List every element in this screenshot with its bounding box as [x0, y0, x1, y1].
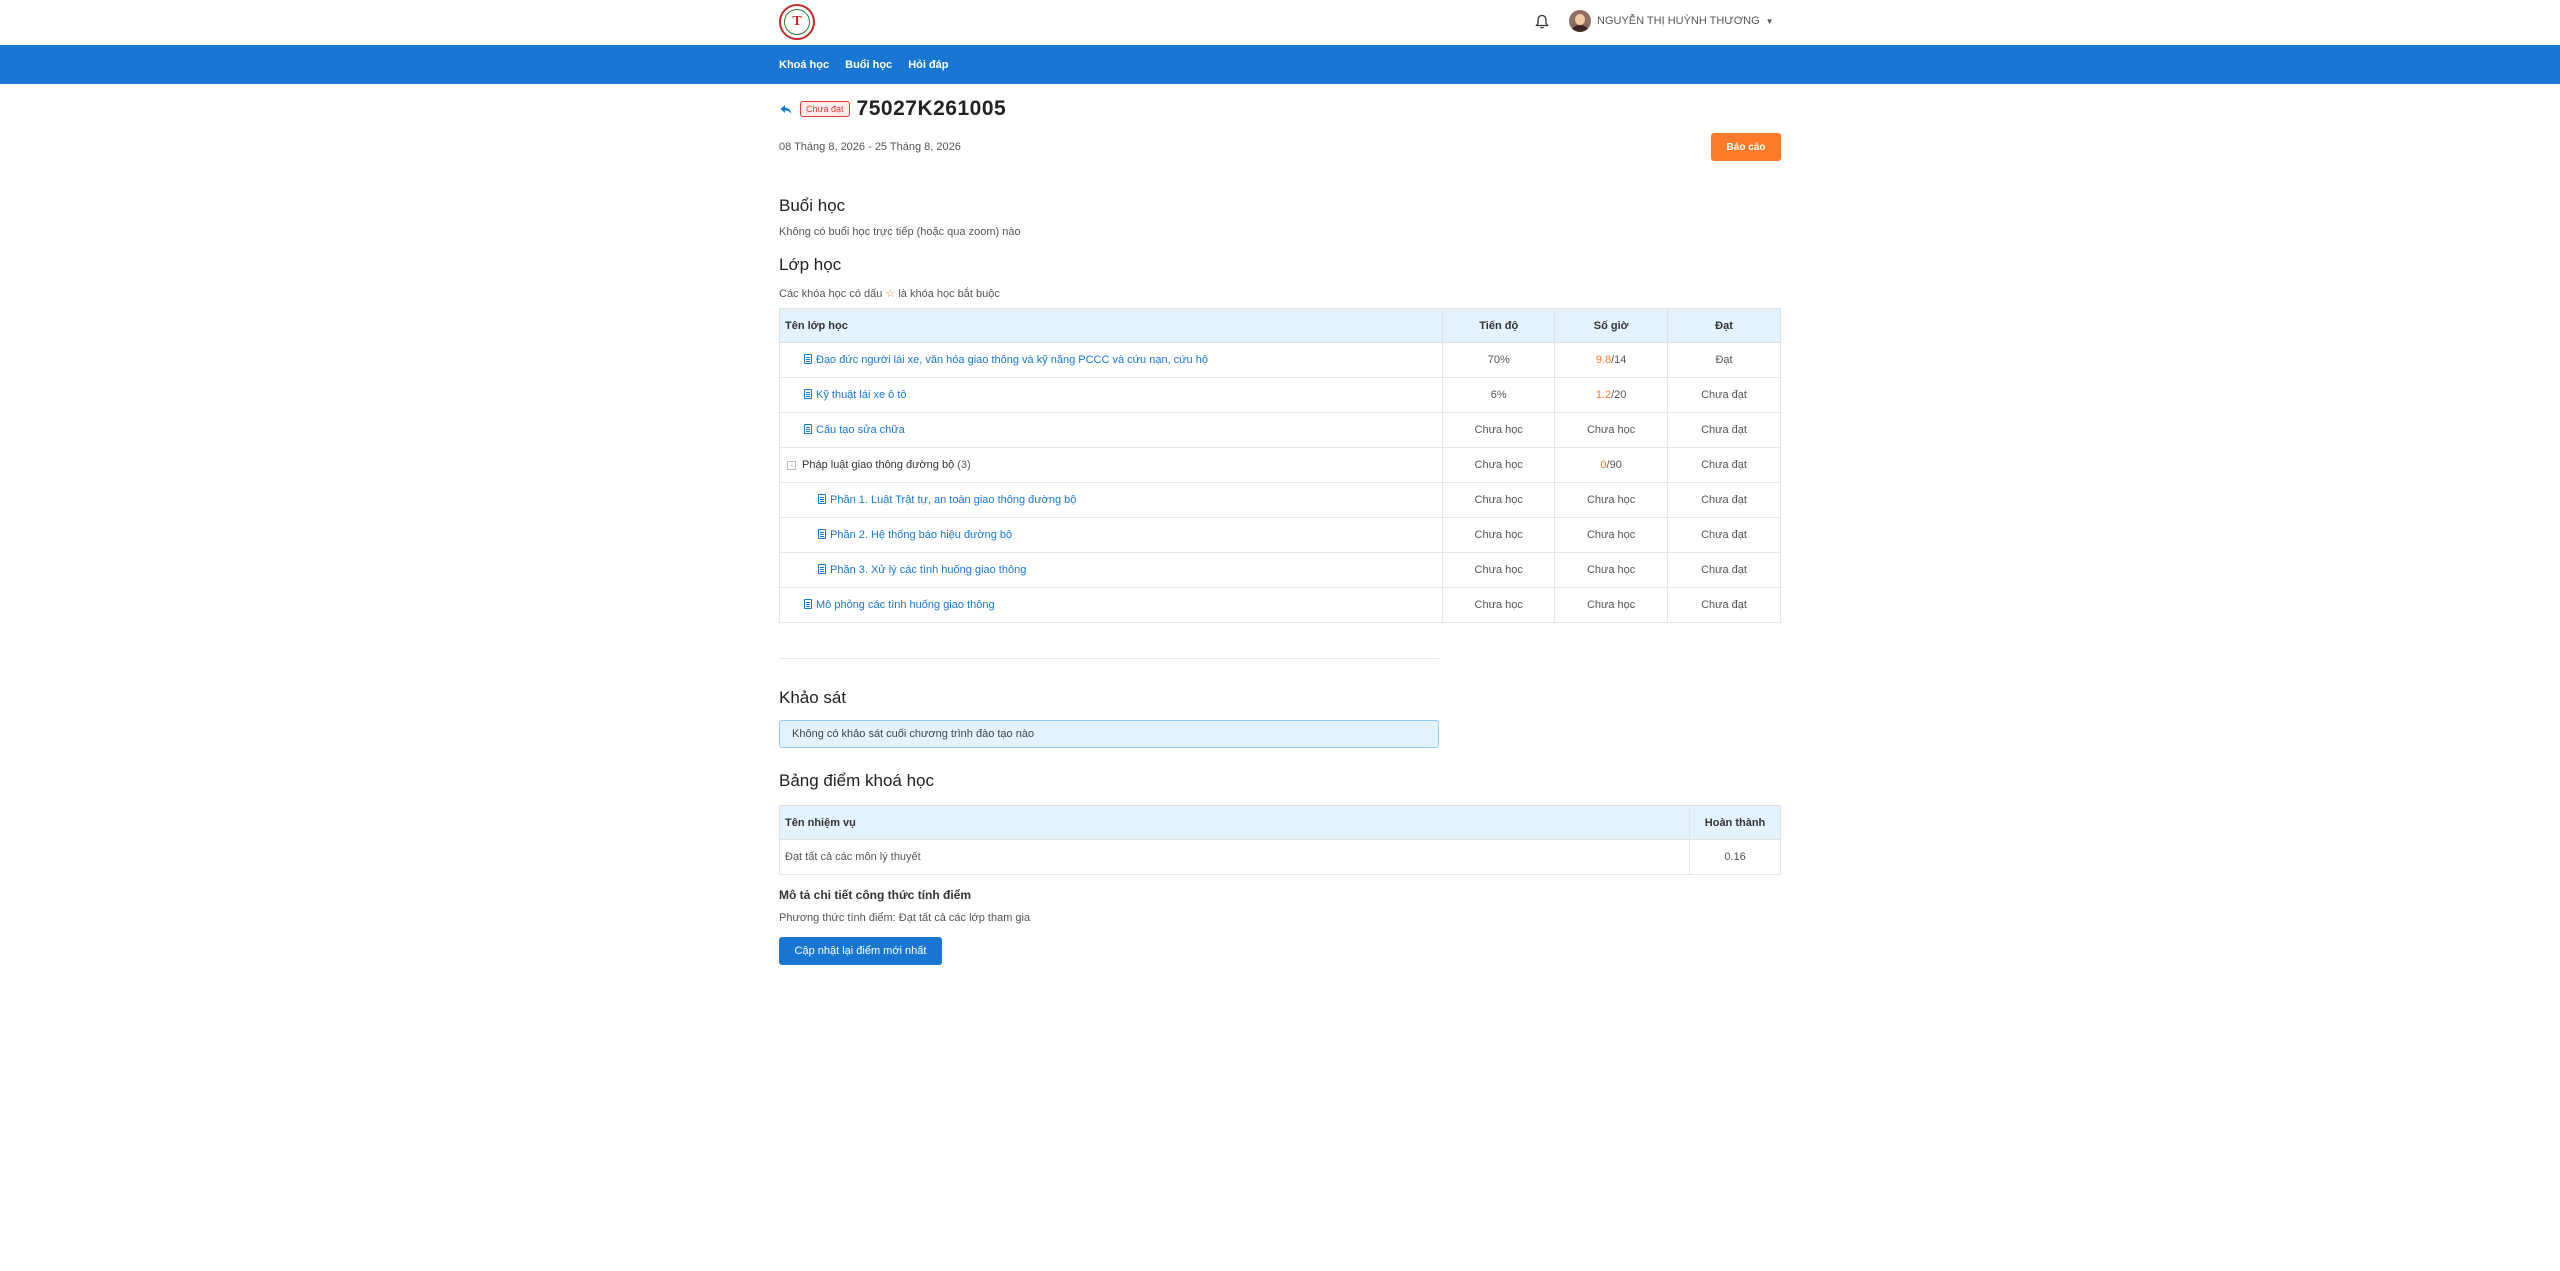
pass-cell: Chưa đạt — [1667, 447, 1781, 483]
class-link[interactable]: Phần 1. Luật Trật tự, an toàn giao thông… — [830, 494, 1076, 506]
progress-cell: Chưa học — [1442, 587, 1556, 623]
col-header-name: Tên lớp học — [778, 308, 1444, 343]
complete-cell: 0.16 — [1689, 839, 1781, 875]
sessions-empty-text: Không có buổi học trực tiếp (hoặc qua zo… — [779, 226, 1021, 238]
document-icon — [818, 529, 826, 539]
nav-sessions[interactable]: Buổi học — [845, 59, 892, 71]
classes-title: Lớp học — [779, 255, 842, 274]
bell-icon[interactable] — [1535, 14, 1549, 30]
nav-courses[interactable]: Khoá học — [779, 59, 829, 71]
col-header-hours: Số giờ — [1554, 308, 1669, 343]
pass-cell: Đạt — [1667, 342, 1781, 378]
avatar — [1569, 10, 1591, 32]
hours-total: 90 — [1609, 459, 1622, 471]
hours-total: 14 — [1614, 354, 1627, 366]
document-icon — [804, 424, 812, 434]
pass-cell: Chưa đạt — [1667, 377, 1781, 413]
table-row: Phần 1. Luật Trật tự, an toàn giao thông… — [778, 482, 1781, 518]
classes-note-before: Các khóa học có dấu — [779, 288, 883, 300]
progress-cell: 70% — [1442, 342, 1556, 378]
update-score-button[interactable]: Cập nhật lại điểm mới nhất — [779, 937, 942, 965]
class-link[interactable]: Phần 3. Xử lý các tình huống giao thông — [830, 564, 1026, 576]
hours-done: 9.8 — [1595, 354, 1612, 366]
logo-mark: T — [784, 9, 810, 35]
formula-title: Mô tả chi tiết công thức tính điểm — [779, 888, 972, 902]
table-row: Phần 3. Xử lý các tình huống giao thông … — [778, 552, 1781, 588]
main-navbar: Khoá học Buổi học Hỏi đáp — [0, 45, 2560, 84]
class-link[interactable]: Đạo đức người lái xe, văn hóa giao thông… — [816, 354, 1208, 366]
scoreboard-title: Bảng điểm khoá học — [779, 771, 934, 790]
hours-cell: 9.8/14 — [1554, 342, 1669, 378]
course-code: 75027K261005 — [856, 97, 1007, 120]
pass-cell: Chưa đạt — [1667, 482, 1781, 518]
collapse-icon[interactable]: - — [787, 461, 796, 470]
progress-cell: Chưa học — [1442, 552, 1556, 588]
document-icon — [818, 564, 826, 574]
classes-table: Tên lớp học Tiến độ Số giờ Đạt Đạo đức n… — [778, 308, 1781, 623]
col-header-task: Tên nhiệm vụ — [778, 805, 1691, 840]
pass-cell: Chưa đạt — [1667, 552, 1781, 588]
course-title-row: Chưa đạt 75027K261005 — [779, 97, 1006, 121]
nav-qa[interactable]: Hỏi đáp — [908, 59, 948, 71]
required-star-icon: ☆ — [885, 288, 896, 300]
section-divider — [779, 658, 1439, 659]
task-cell: Đạt tất cả các môn lý thuyết — [778, 839, 1691, 875]
table-row: Phần 2. Hệ thống báo hiệu đường bộ Chưa … — [778, 517, 1781, 553]
progress-cell: Chưa học — [1442, 447, 1556, 483]
formula-text: Phương thức tính điểm: Đạt tất cả các lớ… — [779, 912, 1031, 924]
group-name: Pháp luật giao thông đường bộ — [802, 459, 955, 471]
survey-title: Khảo sát — [779, 688, 847, 707]
hours-cell: Chưa học — [1554, 587, 1669, 623]
survey-empty-box: Không có khảo sát cuối chương trình đào … — [779, 720, 1439, 748]
hours-cell: Chưa học — [1554, 482, 1669, 518]
scoreboard-table: Tên nhiệm vụ Hoàn thành Đạt tất cả các m… — [778, 805, 1781, 875]
caret-down-icon: ▼ — [1765, 16, 1774, 26]
pass-cell: Chưa đạt — [1667, 412, 1781, 448]
col-header-pass: Đạt — [1667, 308, 1781, 343]
user-menu[interactable]: NGUYỄN THỊ HUỲNH THƯƠNG ▼ — [1569, 10, 1774, 32]
back-arrow-icon[interactable] — [779, 102, 793, 116]
class-link[interactable]: Mô phỏng các tình huống giao thông — [816, 599, 995, 611]
table-row: Kỹ thuật lái xe ô tô 6% 1.2/20 Chưa đạt — [778, 377, 1781, 413]
progress-cell: Chưa học — [1442, 482, 1556, 518]
hours-cell: Chưa học — [1554, 552, 1669, 588]
hours-total: 20 — [1614, 389, 1627, 401]
classes-note-after: là khóa học bắt buộc — [898, 288, 1000, 300]
document-icon — [804, 599, 812, 609]
site-logo[interactable]: T — [779, 4, 815, 40]
sessions-title: Buổi học — [779, 196, 846, 215]
hours-cell: 0/90 — [1554, 447, 1669, 483]
top-header: T NGUYỄN THỊ HUỲNH THƯƠNG ▼ — [0, 0, 2560, 45]
class-link[interactable]: Kỹ thuật lái xe ô tô — [816, 389, 907, 401]
table-row: Mô phỏng các tình huống giao thông Chưa … — [778, 587, 1781, 623]
pass-cell: Chưa đạt — [1667, 517, 1781, 553]
table-row-group: - Pháp luật giao thông đường bộ (3) Chưa … — [778, 447, 1781, 483]
group-count: (3) — [957, 459, 971, 471]
pass-cell: Chưa đạt — [1667, 587, 1781, 623]
class-link[interactable]: Phần 2. Hệ thống báo hiệu đường bộ — [830, 529, 1012, 541]
document-icon — [804, 354, 812, 364]
progress-cell: 6% — [1442, 377, 1556, 413]
hours-cell: 1.2/20 — [1554, 377, 1669, 413]
progress-cell: Chưa học — [1442, 412, 1556, 448]
classes-note: Các khóa học có dấu ☆ là khóa học bắt bu… — [779, 287, 1000, 300]
user-name: NGUYỄN THỊ HUỲNH THƯƠNG — [1597, 15, 1760, 27]
document-icon — [818, 494, 826, 504]
class-link[interactable]: Cấu tạo sửa chữa — [816, 424, 905, 436]
hours-done: 1.2 — [1595, 389, 1612, 401]
hours-cell: Chưa học — [1554, 412, 1669, 448]
progress-cell: Chưa học — [1442, 517, 1556, 553]
table-row: Đạt tất cả các môn lý thuyết 0.16 — [778, 839, 1781, 875]
report-button[interactable]: Báo cáo — [1711, 133, 1781, 161]
table-row: Cấu tạo sửa chữa Chưa học Chưa học Chưa … — [778, 412, 1781, 448]
hours-cell: Chưa học — [1554, 517, 1669, 553]
table-row: Đạo đức người lái xe, văn hóa giao thông… — [778, 342, 1781, 378]
status-badge: Chưa đạt — [800, 101, 850, 117]
col-header-progress: Tiến độ — [1442, 308, 1556, 343]
document-icon — [804, 389, 812, 399]
col-header-complete: Hoàn thành — [1689, 805, 1781, 840]
course-dates: 08 Tháng 8, 2026 - 25 Tháng 8, 2026 — [779, 141, 961, 153]
